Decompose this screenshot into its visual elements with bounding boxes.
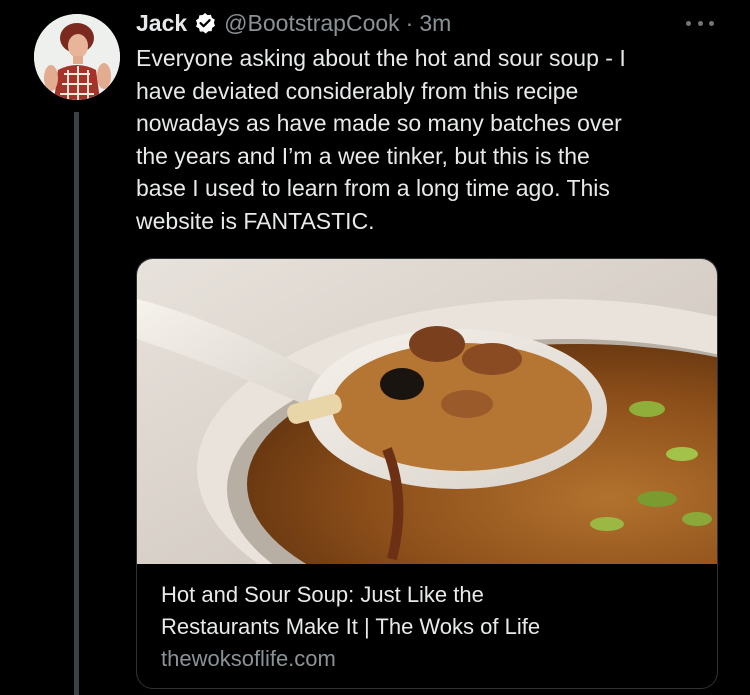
avatar-image — [34, 14, 120, 100]
tweet-text-line: base I used to learn from a long time ag… — [136, 175, 610, 201]
timestamp[interactable]: 3m — [419, 10, 451, 37]
link-preview-card[interactable]: Hot and Sour Soup: Just Like the Restaur… — [136, 258, 718, 689]
link-card-title: Hot and Sour Soup: Just Like the Restaur… — [161, 579, 701, 643]
tweet-text-line: Everyone asking about the hot and sour s… — [136, 45, 626, 71]
link-card-title-line: Hot and Sour Soup: Just Like the — [161, 582, 484, 607]
separator-dot: · — [405, 9, 414, 36]
tweet-text-line: the years and I’m a wee tinker, but this… — [136, 142, 590, 169]
link-card-title-line: Restaurants Make It | The Woks of Life — [161, 614, 541, 639]
avatar[interactable] — [34, 14, 120, 100]
tweet-text-line: website is FANTASTIC. — [136, 207, 375, 234]
tweet-text-line: have deviated considerably from this rec… — [136, 77, 579, 104]
author-handle[interactable]: @BootstrapCook — [224, 10, 400, 37]
tweet-text-line: nowadays as have made so many batches ov… — [136, 110, 622, 136]
more-options-icon[interactable] — [686, 12, 714, 34]
tweet-header: Jack @BootstrapCook · 3m — [136, 6, 451, 40]
link-card-domain: thewoksoflife.com — [161, 646, 336, 671]
author-name[interactable]: Jack — [136, 10, 187, 37]
link-card-meta: Hot and Sour Soup: Just Like the Restaur… — [161, 579, 701, 675]
tweet[interactable]: Jack @BootstrapCook · 3m Everyone asking… — [0, 0, 750, 695]
thread-line — [74, 112, 79, 695]
soup-image — [137, 259, 717, 564]
tweet-text: Everyone asking about the hot and sour s… — [136, 42, 721, 237]
verified-badge-icon — [194, 12, 216, 34]
